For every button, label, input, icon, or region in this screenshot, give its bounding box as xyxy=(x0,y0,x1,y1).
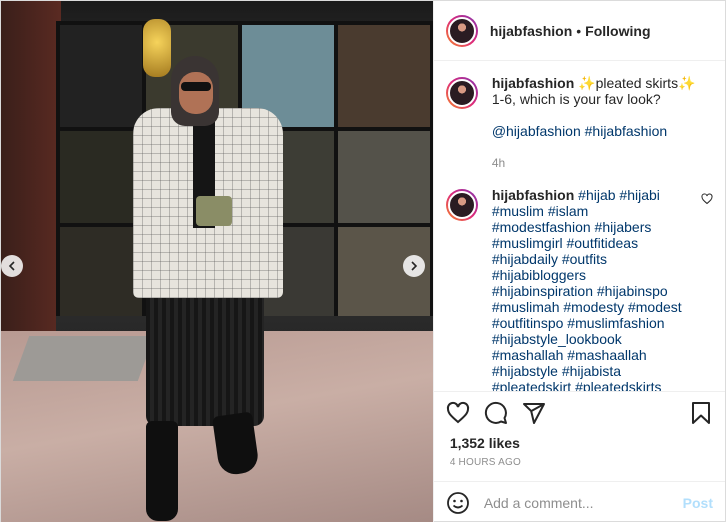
comment-hashtags[interactable]: #hijabstyle_lookbook xyxy=(492,331,622,347)
action-bar xyxy=(433,391,725,433)
photo-sunglasses xyxy=(181,82,211,91)
caption-age: 4h xyxy=(491,156,506,170)
chevron-left-icon xyxy=(8,261,15,271)
comment-composer: Post xyxy=(433,481,725,522)
avatar[interactable] xyxy=(445,14,478,47)
comment-hashtags[interactable]: #mashallah #mashaallah xyxy=(492,347,647,363)
photo-person xyxy=(121,56,291,521)
comment-hashtags[interactable]: #hijabinspiration #hijabinspo xyxy=(492,283,668,299)
comment-hashtags[interactable]: #hijabdaily #outfits xyxy=(492,251,607,267)
avatar[interactable] xyxy=(445,77,478,109)
comment-hashtags[interactable]: #muslimgirl #outfitideas xyxy=(492,235,638,251)
like-heart-icon[interactable] xyxy=(446,401,470,425)
avatar[interactable] xyxy=(445,189,478,221)
carousel-prev-button[interactable] xyxy=(1,255,23,277)
comment-hashtags[interactable]: #modestfashion #hijabers xyxy=(492,219,652,235)
share-paper-plane-icon[interactable] xyxy=(522,401,546,425)
post-photo[interactable] xyxy=(1,1,433,522)
bookmark-icon[interactable] xyxy=(689,401,713,425)
comments-list[interactable]: hijabfashion ✨pleated skirts✨ 1-6, which… xyxy=(434,61,725,391)
photo-face xyxy=(179,72,213,114)
comment-hashtags[interactable]: #muslim #islam xyxy=(492,203,588,219)
chevron-right-icon xyxy=(411,261,418,271)
caption-text-line2: 1-6, which is your fav look? xyxy=(491,91,661,107)
comment-hashtags[interactable]: #muslimah #modesty #modest xyxy=(492,299,682,315)
post-comment-button[interactable]: Post xyxy=(683,495,713,511)
carousel-next-button[interactable] xyxy=(403,255,425,277)
photo-boot-right xyxy=(212,411,260,477)
comment-hashtags[interactable]: #outfitinspo #muslimfashion xyxy=(492,315,665,331)
post-side-panel: hijabfashion • Following hijabfashion ✨p… xyxy=(432,1,725,522)
emoji-smiley-icon[interactable] xyxy=(446,491,470,515)
heart-icon[interactable] xyxy=(701,193,713,205)
following-button[interactable]: Following xyxy=(585,23,650,39)
comment-hashtags[interactable]: #hijabibloggers xyxy=(492,267,586,283)
comment-username[interactable]: hijabfashion xyxy=(492,187,574,203)
photo-wall xyxy=(1,1,61,331)
post-header: hijabfashion • Following xyxy=(433,1,725,61)
photo-boot-left xyxy=(146,421,178,521)
post-timestamp: 4 HOURS AGO xyxy=(449,457,521,468)
list-item: hijabfashion #hijab #hijabi #muslim #isl… xyxy=(445,187,713,391)
comment-hashtags[interactable]: #hijab #hijabi xyxy=(578,187,660,203)
header-username[interactable]: hijabfashion xyxy=(490,23,572,39)
likes-count[interactable]: 1,352 likes xyxy=(434,433,725,455)
comment-bubble-icon[interactable] xyxy=(484,401,508,425)
post-modal: hijabfashion • Following hijabfashion ✨p… xyxy=(0,0,726,522)
caption-mentions[interactable]: @hijabfashion #hijabfashion xyxy=(492,123,667,139)
comment-hashtags[interactable]: #pleatedskirt #pleatedskirts xyxy=(492,379,662,391)
header-separator: • xyxy=(576,22,582,39)
photo-bag xyxy=(196,196,232,226)
caption-text-line1: ✨pleated skirts✨ xyxy=(578,75,696,91)
caption-username[interactable]: hijabfashion xyxy=(492,75,574,91)
comment-hashtags[interactable]: #hijabstyle #hijabista xyxy=(492,363,621,379)
caption: hijabfashion ✨pleated skirts✨ 1-6, which… xyxy=(445,75,713,171)
comment-input[interactable] xyxy=(483,494,683,511)
